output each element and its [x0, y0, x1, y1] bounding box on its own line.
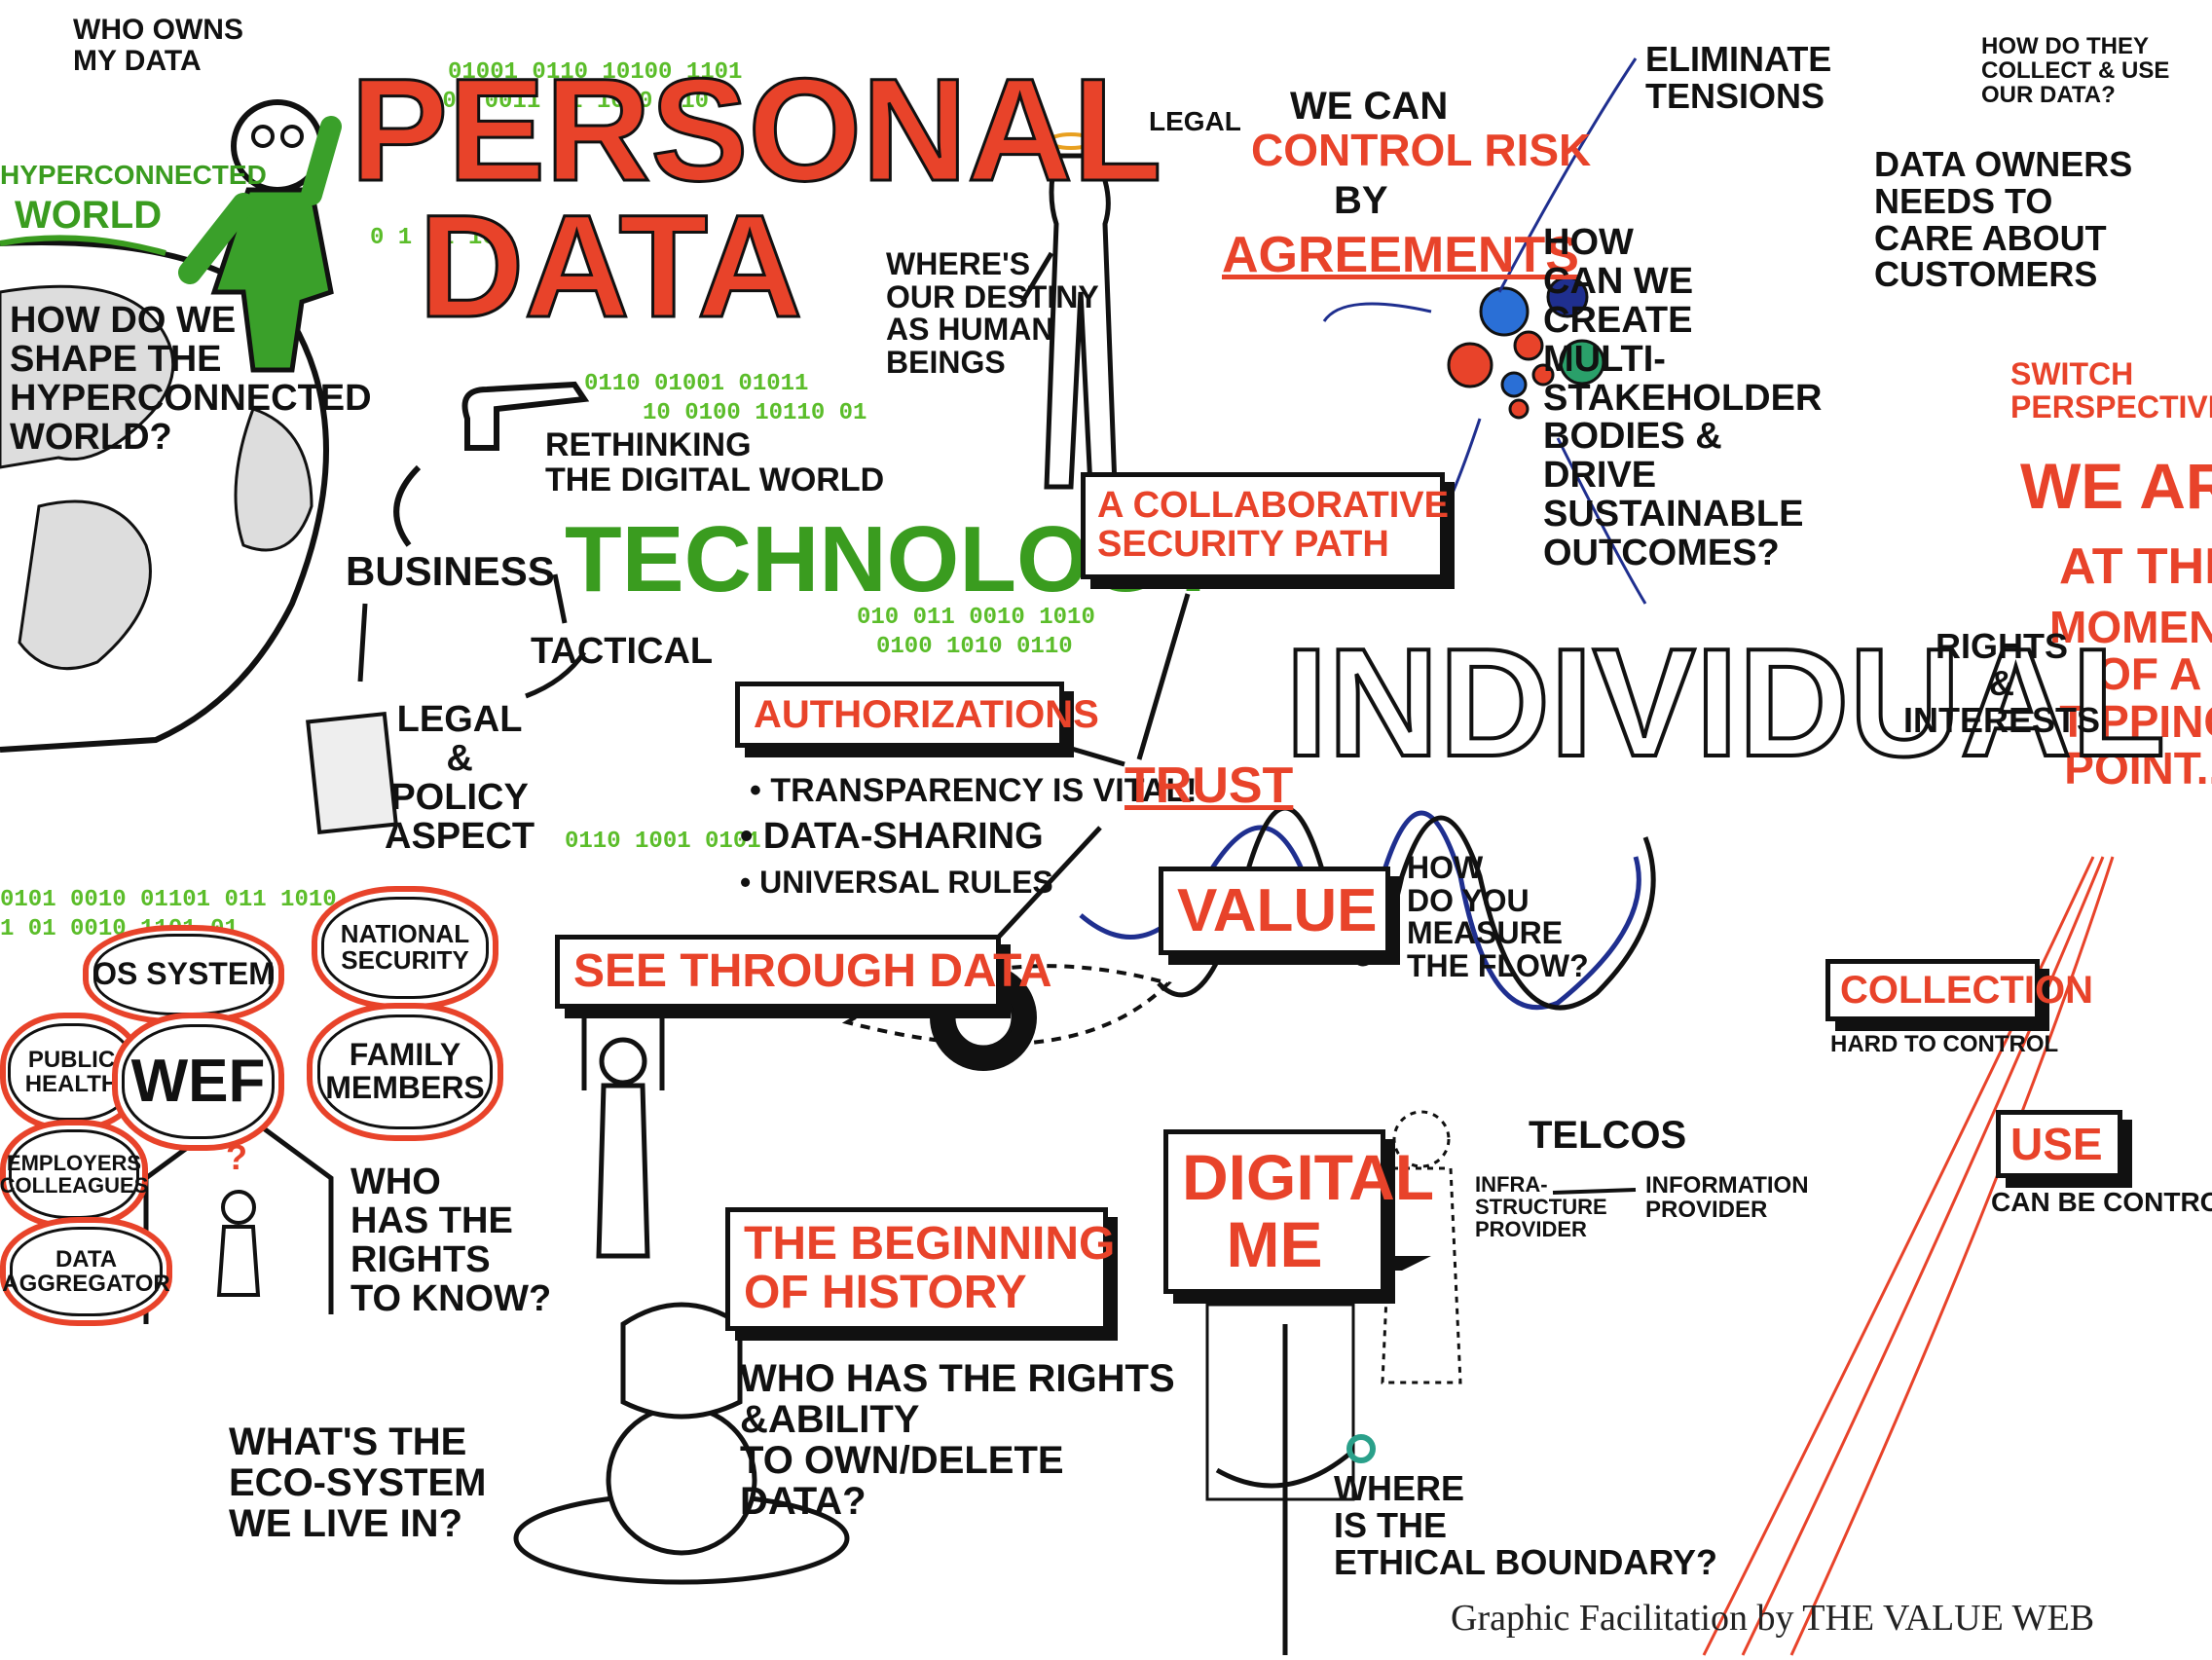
how-collect-text: HOW DO THEY COLLECT & USE OUR DATA? [1981, 33, 2170, 109]
multi-stakeholder-text: HOW CAN WE CREATE MULTI- STAKEHOLDER BOD… [1543, 222, 1823, 574]
who-owns-text: WHO OWNS MY DATA [73, 14, 243, 77]
bullet-universal-text: UNIVERSAL RULES [759, 865, 1053, 900]
value-label: VALUE [1177, 877, 1378, 944]
rights-interests-text: RIGHTS & INTERESTS [1903, 626, 2101, 740]
cloud-family-members: FAMILY MEMBERS [307, 1003, 503, 1141]
sign-holder-figure [581, 1013, 665, 1259]
info-provider-text: INFORMATION PROVIDER [1645, 1172, 1809, 1224]
eliminate-text: ELIMINATE TENSIONS [1645, 39, 1832, 116]
ecosystem-text: WHAT'S the ECO-SYSTEM WE LIVE IN? [229, 1420, 487, 1545]
svg-text:0110 01001 01011: 0110 01001 01011 [584, 371, 808, 397]
beginning-label: THE BEGINNING OF HISTORY [744, 1218, 1116, 1319]
cloud-os-text: OS SYSTEM [92, 956, 275, 992]
control-risk-l1: WE CAN [1290, 85, 1449, 128]
control-risk-l3: BY [1334, 179, 1388, 222]
arrow-tactical-technology [552, 573, 568, 624]
control-risk-l4: AGREEMENTS [1222, 227, 1579, 283]
bullet-data-sharing: • DATA-SHARING [740, 816, 1044, 857]
legal-policy-text: LEGAL & POLICY ASPECT [385, 699, 535, 857]
collab-path-box: A COLLABORATIVE SECURITY PATH [1081, 472, 1449, 579]
svg-text:0101 0010 01101 011 1010: 0101 0010 01101 011 1010 [0, 887, 337, 913]
cloud-national-text: NATIONAL SECURITY [340, 919, 470, 976]
own-delete-text: WHO HAS THE RIGHTS &ABILITY TO OWN/DELET… [740, 1357, 1175, 1523]
see-through-label: SEE THROUGH DATA [573, 945, 1052, 997]
rethinking-text: RETHINKING the DIGITAL WORLD [545, 426, 885, 498]
collab-path-text: A COLLABORATIVE SECURITY PATH [1097, 485, 1449, 565]
cloud-os-system: OS SYSTEM [83, 925, 284, 1024]
business-label: BUSINESS [346, 548, 555, 594]
legal-small-label: LEGAL [1149, 106, 1241, 136]
measure-text: HOW DO YOU MEASURE THE FLOW? [1407, 850, 1589, 983]
collection-label: COLLECTION [1840, 969, 2093, 1012]
telcos-label: TELCOs [1529, 1114, 1687, 1157]
shape-question: HOW DO WE SHAPE the HYPERCONNECTED WORLD… [10, 300, 372, 458]
bullet-universal: • UNIVERSAL RULES [740, 865, 1053, 900]
can-control-text: CAN BE CONTROLLED [1991, 1187, 2212, 1217]
value-box: VALUE [1159, 867, 1390, 956]
collection-box: COLLECTION [1825, 959, 2093, 1021]
svg-text:10 0100 10110 01: 10 0100 10110 01 [643, 400, 866, 426]
see-through-box: SEE THROUGH DATA [555, 935, 1052, 1010]
svg-text:0100 1010 0110: 0100 1010 0110 [876, 634, 1073, 660]
title-data: DATA [417, 184, 803, 348]
authorizations-box: AUTHORIZATIONS [735, 682, 1099, 748]
tipping-l2: AT the [2059, 538, 2212, 595]
authorizations-label: AUTHORIZATIONS [754, 693, 1099, 736]
hard-control-text: HARD TO CONTROL [1830, 1031, 2059, 1057]
digital-me-label: DIGITAL ME [1182, 1141, 1435, 1281]
beginning-box: THE BEGINNING OF HISTORY [725, 1207, 1116, 1331]
cloud-family-text: FAMILY MEMBERS [325, 1037, 485, 1105]
cloud-data-aggregator: DATA AGGREGATOR [0, 1217, 172, 1326]
svg-text:0110 1001 0101: 0110 1001 0101 [565, 829, 761, 855]
switch-text: SWITCH PERSPECTIVES [2010, 356, 2212, 424]
question-mark-icon: ? [226, 1137, 247, 1177]
arrow-collab-trust [1136, 593, 1191, 760]
cloud-wef-text: WEF [130, 1048, 266, 1116]
cloud-employers: EMPLOYERS COLLEAGUES [0, 1120, 148, 1229]
trust-label: TRUST [1124, 757, 1294, 814]
tipping-l1: WE ARE [2020, 450, 2212, 522]
control-risk-l2: CONTROL RISK [1251, 125, 1592, 175]
cloud-national-security: NATIONAL SECURITY [312, 886, 498, 1010]
cloud-aggregator-text: DATA AGGREGATOR [2, 1245, 170, 1297]
tactical-label: TACTICAL [531, 631, 714, 672]
infra-text: INFRA- STRUCTURE PROVIDER [1475, 1172, 1607, 1242]
hyperconnected-label: HYPERCONNECTED [0, 160, 267, 190]
destiny-text: WHERE'S OUR DESTINY AS HUMAN BEINGS [886, 246, 1099, 380]
who-rights-text: WHO HAS the RIGHTS to KNOW? [350, 1162, 552, 1319]
digital-me-box: DIGITAL ME [1163, 1129, 1435, 1294]
arrow-business-legal [357, 603, 368, 682]
ethical-text: WHERE is the ETHICAL BOUNDARY? [1334, 1468, 1717, 1582]
cloud-employers-text: EMPLOYERS COLLEAGUES [0, 1150, 149, 1198]
cloud-wef: WEF [112, 1013, 284, 1151]
use-box: USE [1996, 1110, 2122, 1179]
world-label: WORLD [15, 194, 163, 237]
bullet-data-sharing-text: DATA-SHARING [762, 816, 1044, 857]
cloud-public-text: PUBLIC HEALTH [24, 1046, 119, 1097]
credit-footer: Graphic Facilitation by THE VALUE WEB [1451, 1598, 2095, 1639]
use-label: USE [2010, 1119, 2103, 1169]
data-owners-text: DATA OWNERS NEEDS TO CARE ABOUT CUSTOMER… [1874, 144, 2133, 295]
